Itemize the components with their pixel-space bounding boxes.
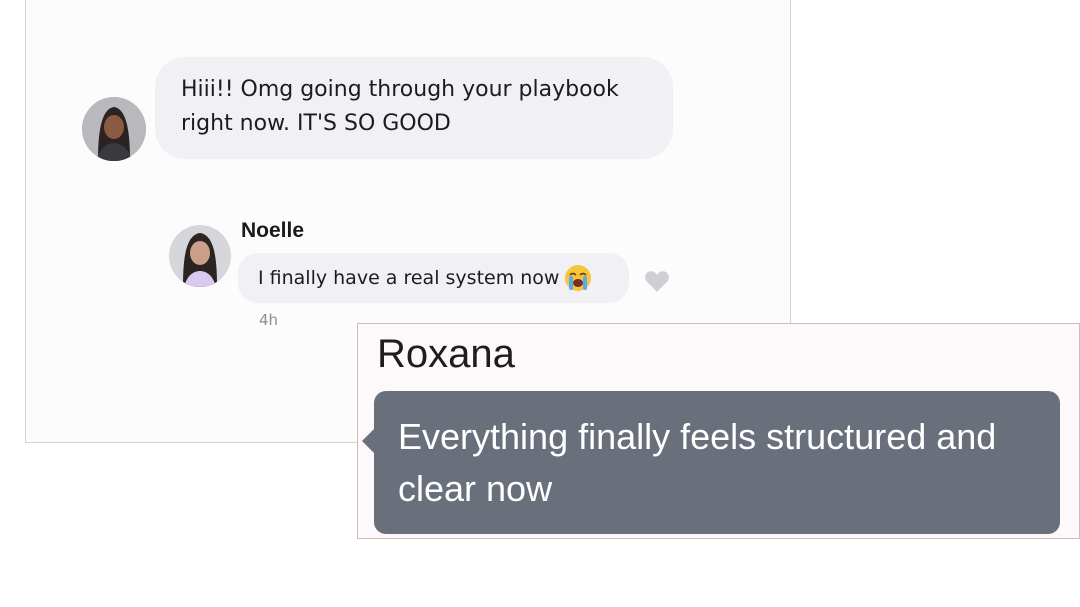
loudly-crying-face-icon: [563, 263, 593, 293]
avatar[interactable]: [169, 225, 231, 287]
roxana-message-bubble: Everything finally feels structured and …: [374, 391, 1060, 534]
heart-icon[interactable]: [644, 269, 670, 293]
reply-message-bubble: I finally have a real system now: [238, 253, 629, 303]
avatar[interactable]: [82, 97, 146, 161]
sender-name: Roxana: [377, 332, 515, 376]
sender-name: Noelle: [241, 219, 305, 242]
message-timestamp: 4h: [259, 311, 279, 329]
roxana-message-card: Roxana Everything finally feels structur…: [357, 323, 1080, 539]
incoming-message-bubble: Hiii!! Omg going through your playbook r…: [155, 57, 673, 159]
reply-message-text: I finally have a real system now: [258, 267, 560, 289]
